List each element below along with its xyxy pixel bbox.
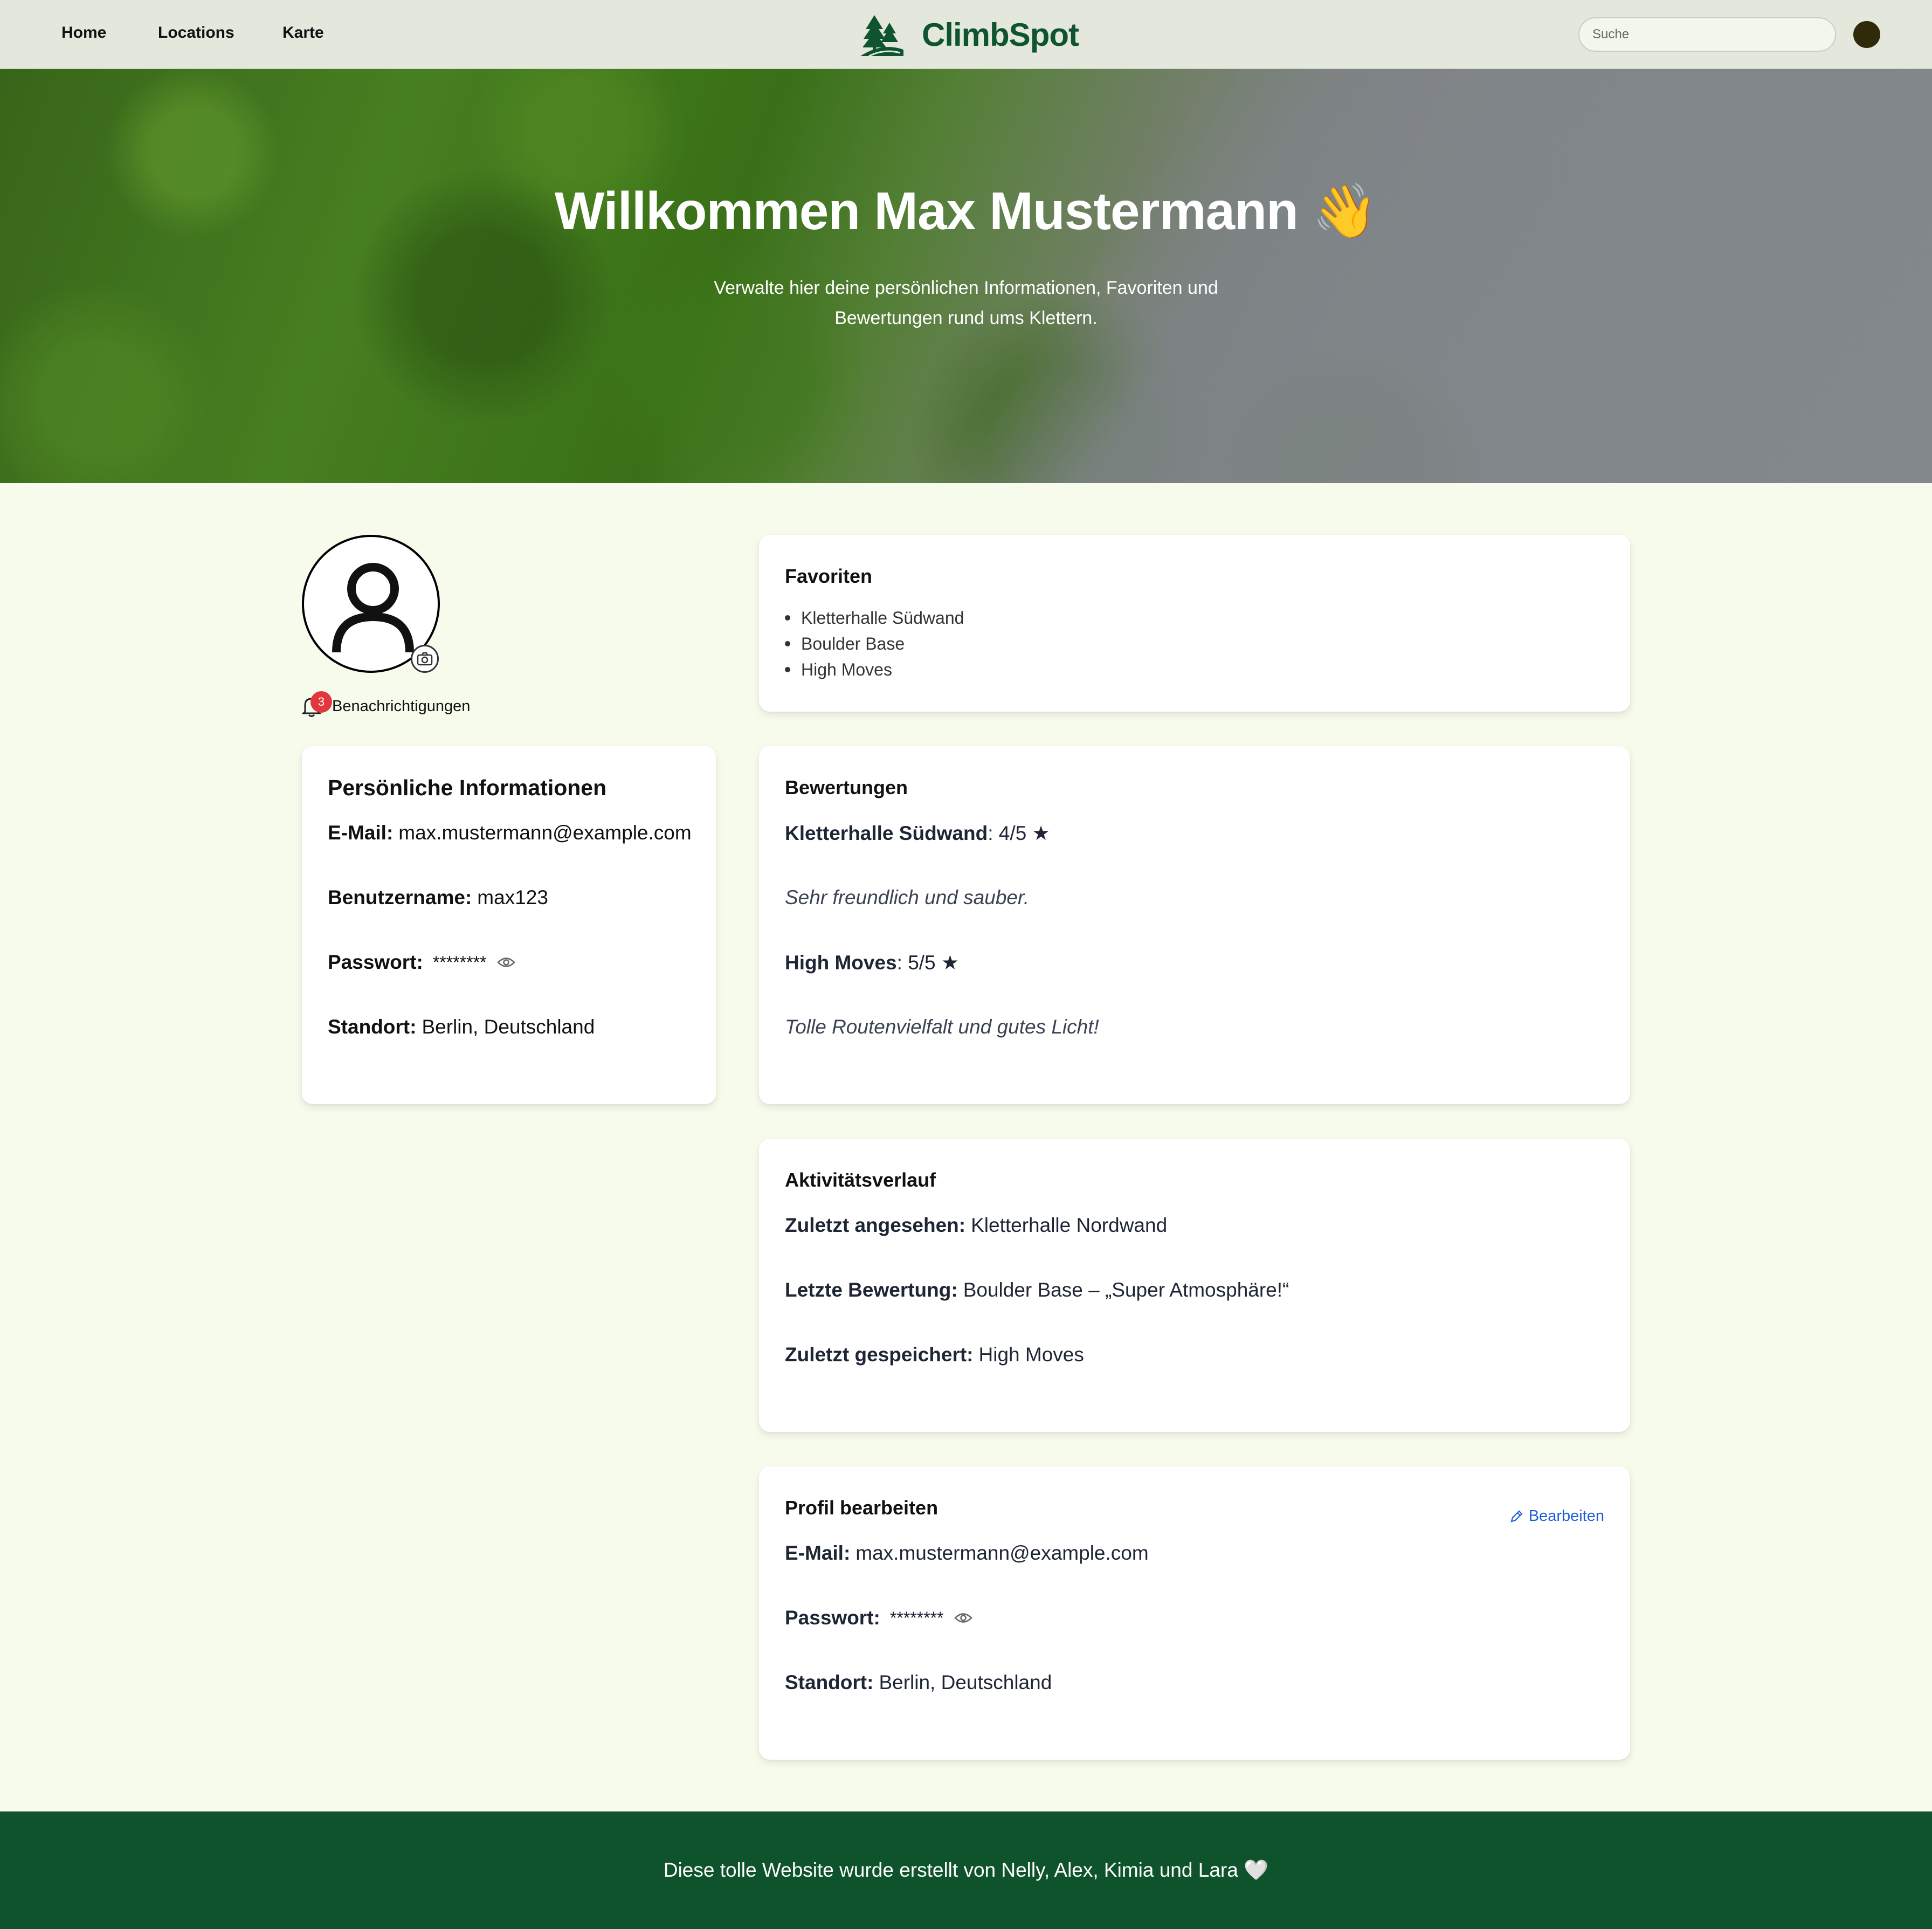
activity-card: Aktivitätsverlauf Zuletzt angesehen: Klet… bbox=[759, 1139, 1630, 1432]
navbar: Home Locations Karte ClimbSpot bbox=[0, 0, 1932, 69]
user-avatar[interactable] bbox=[1853, 21, 1880, 48]
edit-profile-button[interactable]: Bearbeiten bbox=[1509, 1507, 1604, 1525]
eye-icon[interactable] bbox=[497, 956, 516, 968]
location-value: Berlin, Deutschland bbox=[422, 1016, 595, 1038]
review-comment: Sehr freundlich und sauber. bbox=[785, 886, 1030, 908]
trees-logo-icon bbox=[860, 15, 903, 57]
pencil-icon bbox=[1510, 1510, 1523, 1522]
last-viewed-row: Zuletzt angesehen: Kletterhalle Nordwand bbox=[785, 1214, 1168, 1236]
nav-link-home[interactable]: Home bbox=[61, 24, 106, 42]
card-title: Bewertungen bbox=[785, 776, 908, 798]
notifications-label: Benachrichtigungen bbox=[332, 697, 471, 715]
review-rating: : 5/5 ★ bbox=[896, 952, 960, 974]
personal-info-card: Persönliche Informationen E-Mail: max.mus… bbox=[302, 746, 716, 1104]
change-photo-button[interactable] bbox=[411, 645, 439, 673]
username-row: Benutzername: max123 bbox=[328, 886, 548, 908]
footer-text: Diese tolle Website wurde erstellt von N… bbox=[663, 1858, 1269, 1881]
card-title: Persönliche Informationen bbox=[328, 775, 607, 800]
brand-logo-link[interactable]: ClimbSpot bbox=[858, 10, 1079, 59]
last-review-row: Letzte Bewertung: Boulder Base – „Super A… bbox=[785, 1279, 1289, 1301]
card-title: Aktivitätsverlauf bbox=[785, 1169, 936, 1191]
search-input[interactable] bbox=[1578, 17, 1836, 52]
brand-name: ClimbSpot bbox=[922, 16, 1079, 53]
camera-icon bbox=[417, 652, 433, 666]
card-title: Profil bearbeiten bbox=[785, 1497, 939, 1519]
nav-link-karte[interactable]: Karte bbox=[282, 24, 324, 42]
username-value: max123 bbox=[477, 886, 548, 908]
hero-banner: Willkommen Max Mustermann 👋 Verwalte hie… bbox=[0, 69, 1932, 483]
email-row: E-Mail: max.mustermann@example.com bbox=[328, 822, 692, 844]
favorite-item[interactable]: Boulder Base bbox=[785, 631, 964, 657]
notification-count-badge: 3 bbox=[310, 691, 332, 713]
favorites-list: Kletterhalle Südwand Boulder Base High M… bbox=[785, 605, 964, 683]
footer: Diese tolle Website wurde erstellt von N… bbox=[0, 1811, 1932, 1929]
email-value: max.mustermann@example.com bbox=[398, 822, 692, 844]
favorite-item[interactable]: Kletterhalle Südwand bbox=[785, 605, 964, 631]
eye-icon[interactable] bbox=[954, 1612, 973, 1624]
password-value: ******** bbox=[432, 952, 487, 972]
review-row: High Moves: 5/5 ★ bbox=[785, 951, 959, 974]
hero-title: Willkommen Max Mustermann 👋 bbox=[554, 181, 1378, 240]
review-place: High Moves bbox=[785, 951, 897, 974]
review-comment: Tolle Routenvielfalt und gutes Licht! bbox=[785, 1016, 1099, 1038]
favorites-card: Favoriten Kletterhalle Südwand Boulder B… bbox=[759, 535, 1630, 712]
nav-link-locations[interactable]: Locations bbox=[158, 24, 234, 42]
edit-profile-card: Profil bearbeiten Bearbeiten E-Mail: max.… bbox=[759, 1466, 1630, 1760]
card-title: Favoriten bbox=[785, 565, 873, 587]
favorite-item[interactable]: High Moves bbox=[785, 657, 964, 683]
edit-password-row: Passwort: ******** bbox=[785, 1607, 973, 1629]
hero-subtitle: Verwalte hier deine persönlichen Informa… bbox=[714, 278, 1218, 328]
edit-location-row: Standort: Berlin, Deutschland bbox=[785, 1671, 1052, 1693]
review-place: Kletterhalle Südwand bbox=[785, 822, 988, 844]
review-rating: : 4/5 ★ bbox=[988, 822, 1050, 844]
edit-email-row: E-Mail: max.mustermann@example.com bbox=[785, 1542, 1149, 1564]
location-row: Standort: Berlin, Deutschland bbox=[328, 1016, 595, 1038]
password-row: Passwort: ******** bbox=[328, 951, 516, 974]
last-saved-row: Zuletzt gespeichert: High Moves bbox=[785, 1344, 1084, 1366]
reviews-card: Bewertungen Kletterhalle Südwand: 4/5 ★ … bbox=[759, 746, 1630, 1104]
notifications-button[interactable]: 3 Benachrichtigungen bbox=[301, 691, 471, 717]
user-silhouette-icon bbox=[332, 563, 414, 653]
review-row: Kletterhalle Südwand: 4/5 ★ bbox=[785, 822, 1050, 845]
